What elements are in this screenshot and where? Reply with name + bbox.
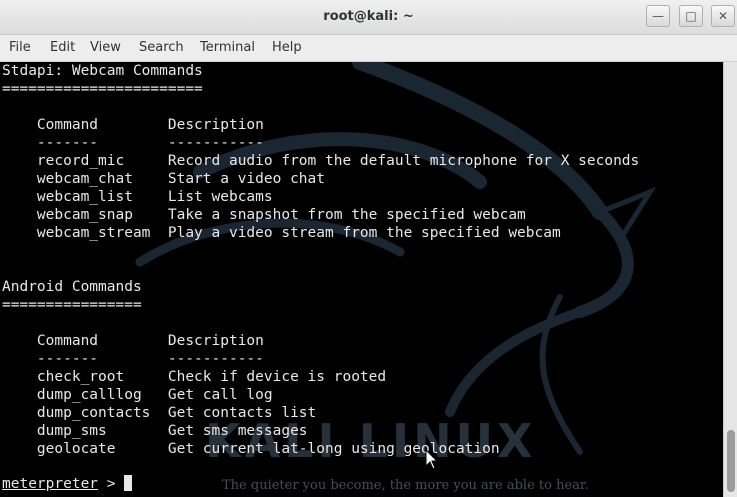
menu-view[interactable]: View	[90, 40, 121, 55]
terminal-line: ------- -----------	[2, 351, 264, 367]
terminal-line: Stdapi: Webcam Commands	[2, 63, 203, 79]
menu-search[interactable]: Search	[139, 40, 184, 55]
terminal-line: check_root Check if device is rooted	[2, 369, 387, 385]
title-bar[interactable]: root@kali: ~ — □ ✕	[0, 0, 737, 35]
terminal-line: webcam_chat Start a video chat	[2, 171, 326, 187]
maximize-icon[interactable]: □	[679, 5, 703, 27]
terminal-line: =======================	[2, 81, 203, 97]
minimize-icon[interactable]: —	[646, 5, 670, 27]
terminal-line: Command Description	[2, 117, 264, 133]
terminal-line: dump_contacts Get contacts list	[2, 405, 317, 421]
menu-help[interactable]: Help	[272, 40, 302, 55]
menu-file[interactable]: File	[9, 40, 31, 55]
prompt-label: meterpreter	[2, 476, 99, 492]
terminal-line: webcam_snap Take a snapshot from the spe…	[2, 207, 526, 223]
terminal-line: ------- -----------	[2, 135, 264, 151]
scrollbar-thumb[interactable]	[727, 430, 735, 492]
terminal-line: Command Description	[2, 333, 264, 349]
wallpaper-tagline: The quieter you become, the more you are…	[222, 478, 589, 493]
menu-bar: File Edit View Search Terminal Help	[0, 35, 737, 62]
terminal-output[interactable]: KALI LINUX The quieter you become, the m…	[0, 62, 723, 497]
terminal-line: dump_calllog Get call log	[2, 387, 273, 403]
terminal-line: Android Commands	[2, 279, 142, 295]
terminal-line: webcam_stream Play a video stream from t…	[2, 225, 561, 241]
terminal-line: ================	[2, 297, 142, 313]
terminal-window: root@kali: ~ — □ ✕ File Edit View Search…	[0, 0, 737, 497]
command-prompt[interactable]: meterpreter >	[2, 475, 133, 493]
prompt-symbol: >	[98, 476, 125, 492]
menu-terminal[interactable]: Terminal	[200, 40, 255, 55]
window-title: root@kali: ~	[323, 9, 414, 24]
text-cursor	[124, 475, 133, 491]
vertical-scrollbar[interactable]	[723, 62, 737, 497]
menu-edit[interactable]: Edit	[50, 40, 75, 55]
mouse-pointer-icon	[425, 449, 439, 470]
terminal-line: webcam_list List webcams	[2, 189, 273, 205]
terminal-line: dump_sms Get sms messages	[2, 423, 308, 439]
terminal-line: record_mic Record audio from the default…	[2, 153, 640, 169]
close-icon[interactable]: ✕	[711, 5, 735, 27]
